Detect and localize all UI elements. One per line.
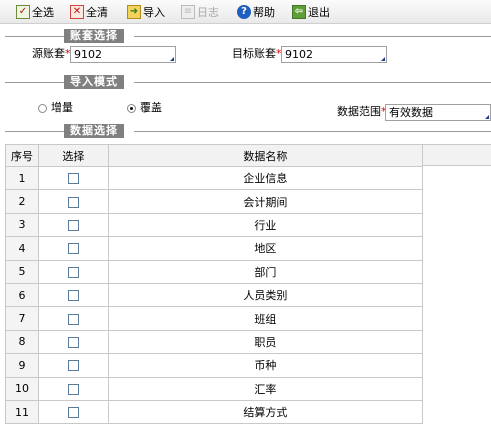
- row-data-name: 行业: [107, 212, 424, 238]
- row-select-cell: [37, 376, 109, 401]
- data-section-title: 数据选择: [64, 124, 124, 138]
- row-number: 11: [5, 399, 39, 424]
- clear-all-button[interactable]: ✕ 全清: [70, 3, 108, 21]
- overwrite-radio[interactable]: [127, 104, 136, 113]
- table-row[interactable]: 3 行业: [5, 212, 424, 238]
- row-data-name: 汇率: [107, 376, 424, 401]
- exit-icon: ⇦: [292, 5, 306, 19]
- section-divider: [134, 82, 491, 83]
- help-button[interactable]: ? 帮助: [237, 3, 275, 21]
- clear-all-label: 全清: [86, 6, 108, 19]
- import-icon: ➜: [127, 5, 141, 19]
- table-row[interactable]: 9 币种: [5, 353, 424, 378]
- row-checkbox[interactable]: [67, 407, 79, 419]
- table-row[interactable]: 8 职员: [5, 329, 424, 355]
- row-data-name: 部门: [107, 259, 424, 284]
- row-select-cell: [37, 306, 109, 331]
- data-range-label: 数据范围*: [337, 105, 387, 118]
- row-data-name: 会计期间: [107, 189, 424, 214]
- row-checkbox[interactable]: [67, 313, 79, 325]
- table-row[interactable]: 6 人员类别: [5, 282, 424, 308]
- table-row[interactable]: 1 企业信息: [5, 165, 424, 191]
- help-label: 帮助: [253, 6, 275, 19]
- row-select-cell: [37, 353, 109, 378]
- row-checkbox[interactable]: [67, 173, 79, 185]
- row-number: 5: [5, 259, 39, 284]
- row-data-name: 职员: [107, 329, 424, 355]
- table-header: 序号 选择 数据名称: [5, 144, 424, 167]
- import-label: 导入: [143, 6, 165, 19]
- row-number: 8: [5, 329, 39, 355]
- row-checkbox[interactable]: [67, 266, 79, 278]
- exit-label: 退出: [308, 6, 330, 19]
- column-header-select[interactable]: 选择: [37, 144, 109, 167]
- table-row[interactable]: 5 部门: [5, 259, 424, 284]
- row-number: 2: [5, 189, 39, 214]
- incremental-label: 增量: [51, 101, 73, 114]
- log-button[interactable]: ≡ 日志: [181, 3, 219, 21]
- row-checkbox[interactable]: [67, 219, 79, 231]
- section-divider: [5, 36, 64, 37]
- help-icon: ?: [237, 5, 251, 19]
- column-header-no: 序号: [5, 144, 39, 167]
- row-select-cell: [37, 259, 109, 284]
- row-number: 9: [5, 353, 39, 378]
- import-mode-title: 导入模式: [64, 75, 124, 89]
- section-divider: [134, 36, 491, 37]
- row-data-name: 币种: [107, 353, 424, 378]
- select-all-button[interactable]: ✓ 全选: [16, 3, 54, 21]
- table-row[interactable]: 10 汇率: [5, 376, 424, 401]
- row-number: 10: [5, 376, 39, 401]
- import-button[interactable]: ➜ 导入: [127, 3, 165, 21]
- table-row[interactable]: 7 班组: [5, 306, 424, 331]
- data-table: 序号 选择 数据名称 1 企业信息 2 会计期间 3 行业 4 地区 5 部门 6 人员类别 7 班组 8 职…: [5, 144, 424, 424]
- row-number: 7: [5, 306, 39, 331]
- row-select-cell: [37, 282, 109, 308]
- row-select-cell: [37, 236, 109, 261]
- row-data-name: 企业信息: [107, 165, 424, 191]
- row-select-cell: [37, 212, 109, 238]
- row-checkbox[interactable]: [67, 360, 79, 372]
- source-account-label: 源账套*: [32, 47, 71, 60]
- exit-button[interactable]: ⇦ 退出: [292, 3, 330, 21]
- row-checkbox[interactable]: [67, 243, 79, 255]
- row-data-name: 人员类别: [107, 282, 424, 308]
- row-data-name: 班组: [107, 306, 424, 331]
- source-account-field[interactable]: 9102: [70, 46, 176, 63]
- column-header-name[interactable]: 数据名称: [107, 144, 424, 167]
- row-number: 6: [5, 282, 39, 308]
- overwrite-label: 覆盖: [140, 101, 162, 114]
- row-number: 1: [5, 165, 39, 191]
- row-number: 4: [5, 236, 39, 261]
- section-divider: [5, 131, 64, 132]
- row-checkbox[interactable]: [67, 336, 79, 348]
- row-select-cell: [37, 189, 109, 214]
- row-checkbox[interactable]: [67, 383, 79, 395]
- row-data-name: 地区: [107, 236, 424, 261]
- header-filler: [423, 144, 491, 166]
- data-range-select[interactable]: 有效数据: [385, 104, 491, 121]
- section-divider: [134, 131, 491, 132]
- clear-all-icon: ✕: [70, 5, 84, 19]
- section-divider: [5, 82, 64, 83]
- table-row[interactable]: 4 地区: [5, 236, 424, 261]
- target-account-label: 目标账套*: [232, 47, 282, 60]
- log-label: 日志: [197, 6, 219, 19]
- row-number: 3: [5, 212, 39, 238]
- select-all-label: 全选: [32, 6, 54, 19]
- row-select-cell: [37, 165, 109, 191]
- row-checkbox[interactable]: [67, 196, 79, 208]
- target-account-field[interactable]: 9102: [281, 46, 387, 63]
- select-all-icon: ✓: [16, 5, 30, 19]
- table-row[interactable]: 11 结算方式: [5, 399, 424, 424]
- log-icon: ≡: [181, 5, 195, 19]
- account-section-title: 账套选择: [64, 29, 124, 43]
- row-select-cell: [37, 329, 109, 355]
- table-row[interactable]: 2 会计期间: [5, 189, 424, 214]
- incremental-radio[interactable]: [38, 104, 47, 113]
- row-data-name: 结算方式: [107, 399, 424, 424]
- toolbar: ✓ 全选 ✕ 全清 ➜ 导入 ≡ 日志 ? 帮助 ⇦ 退出: [0, 0, 491, 24]
- row-checkbox[interactable]: [67, 290, 79, 302]
- row-select-cell: [37, 399, 109, 424]
